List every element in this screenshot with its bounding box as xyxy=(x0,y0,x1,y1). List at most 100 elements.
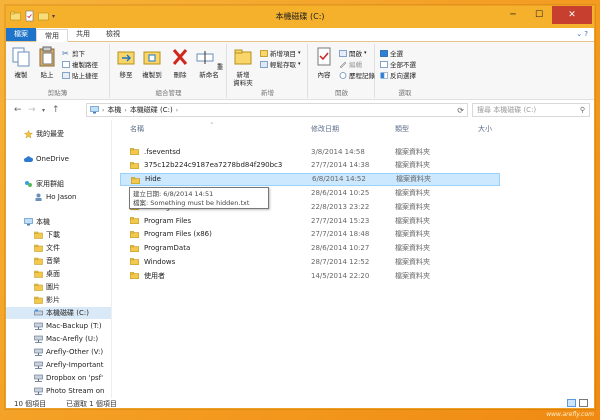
copy-label: 複製 xyxy=(14,71,28,79)
forward-arrow-icon[interactable]: → xyxy=(28,105,36,115)
column-header-type[interactable]: 類型 xyxy=(395,124,409,136)
nav-item[interactable]: 文件 xyxy=(6,242,111,254)
network-drive-icon xyxy=(34,374,43,382)
minimize-button[interactable]: ─ xyxy=(500,6,526,24)
ribbon: 複製 貼上 ✂ 剪下 複製路徑 貼上捷徑 剪貼簿 移至 複製到 刪除 重新命名 … xyxy=(6,42,594,100)
nav-item[interactable]: 下載 xyxy=(6,229,111,241)
nav-item[interactable]: Arefly-Important xyxy=(6,359,111,371)
maximize-button[interactable]: ☐ xyxy=(526,6,552,24)
nav-item[interactable]: Dropbox on 'psf' xyxy=(6,372,111,384)
nav-item-label: Mac-Backup (T:) xyxy=(46,322,102,330)
table-row[interactable]: Hide 6/8/2014 14:52 檔案資料夾 xyxy=(120,172,500,186)
select-all-button[interactable]: 全選 xyxy=(380,48,403,58)
nav-item[interactable]: Mac-Arefly (U:) xyxy=(6,333,111,345)
nav-item-label: OneDrive xyxy=(36,155,69,163)
move-to-icon xyxy=(117,51,135,65)
new-folder-button[interactable]: 新增 資料夾 xyxy=(230,46,256,87)
nav-item[interactable]: 本機磁碟 (C:) xyxy=(6,307,111,319)
nav-item-label: 家用群組 xyxy=(36,180,64,188)
column-header-name[interactable]: 名稱 xyxy=(130,124,144,136)
easy-access-button[interactable]: 輕鬆存取 ▾ xyxy=(260,59,301,69)
paste-button[interactable]: 貼上 xyxy=(34,46,60,79)
delete-label: 刪除 xyxy=(173,71,187,79)
folder-icon xyxy=(130,217,139,224)
properties-icon xyxy=(317,47,331,66)
move-to-button[interactable]: 移至 xyxy=(113,46,139,79)
copy-to-button[interactable]: 複製到 xyxy=(139,46,165,79)
address-box[interactable]: › 本機 › 本機磁碟 (C:) › ⟳ xyxy=(86,103,468,117)
edit-button[interactable]: 編輯 xyxy=(339,59,362,69)
nav-item[interactable]: Photo Stream on xyxy=(6,385,111,397)
nav-item[interactable]: Arefly-Other (V:) xyxy=(6,346,111,358)
invert-selection-button[interactable]: 反向選擇 xyxy=(380,70,416,80)
history-button[interactable]: 歷程記錄 xyxy=(339,70,375,80)
cloud-icon xyxy=(24,156,33,162)
column-header-date[interactable]: 修改日期 xyxy=(311,124,339,136)
nav-item[interactable]: 音樂 xyxy=(6,255,111,267)
nav-item[interactable]: 影片 xyxy=(6,294,111,306)
nav-item[interactable]: Mac-Backup (T:) xyxy=(6,320,111,332)
table-row[interactable]: Windows 28/7/2014 12:52 檔案資料夾 xyxy=(120,255,500,268)
nav-item[interactable]: OneDrive xyxy=(6,153,111,165)
details-view-icon[interactable] xyxy=(567,399,576,407)
nav-item[interactable]: Ho Jason xyxy=(6,191,111,203)
tab-view[interactable]: 檢視 xyxy=(98,28,128,41)
file-date: 14/5/2014 22:20 xyxy=(311,271,370,280)
properties-button[interactable]: 內容 xyxy=(311,46,337,79)
edit-icon xyxy=(339,61,347,68)
table-row[interactable]: Program Files 27/7/2014 15:23 檔案資料夾 xyxy=(120,214,500,227)
tab-share[interactable]: 共用 xyxy=(68,28,98,41)
nav-item[interactable]: 圖片 xyxy=(6,281,111,293)
file-name: Program Files (x86) xyxy=(144,230,212,239)
copy-button[interactable]: 複製 xyxy=(8,46,34,79)
chevron-right-icon: › xyxy=(102,106,105,114)
new-item-button[interactable]: 新增項目 ▾ xyxy=(260,48,301,58)
up-arrow-icon[interactable]: ↑ xyxy=(52,105,60,115)
recent-locations-icon[interactable]: ▾ xyxy=(42,107,45,114)
nav-item-label: Mac-Arefly (U:) xyxy=(46,335,99,343)
nav-item-label: 文件 xyxy=(46,244,60,252)
select-none-label: 全部不選 xyxy=(390,61,416,69)
nav-item[interactable]: 家用群組 xyxy=(6,178,111,190)
folder-icon xyxy=(130,272,139,280)
nav-item[interactable]: 我的最愛 xyxy=(6,128,111,140)
breadcrumb-computer[interactable]: 本機 xyxy=(107,105,121,115)
easy-access-icon xyxy=(260,60,268,68)
nav-item[interactable]: 桌面 xyxy=(6,268,111,280)
cut-button[interactable]: ✂ 剪下 xyxy=(62,48,85,58)
search-input[interactable]: 搜尋 本機磁碟 (C:) ⚲ xyxy=(472,103,590,117)
file-name: Program Files xyxy=(144,216,192,225)
table-row[interactable]: Program Files (x86) 27/7/2014 18:48 檔案資料夾 xyxy=(120,228,500,241)
network-drive-icon xyxy=(34,361,43,369)
table-row[interactable]: 375c12b224c9187ea7278bd84f290bc3 27/7/201… xyxy=(120,159,500,172)
back-arrow-icon[interactable]: ← xyxy=(14,105,22,115)
nav-item[interactable]: 本機 xyxy=(6,216,111,228)
large-icons-view-icon[interactable] xyxy=(579,399,588,407)
rename-button[interactable]: 重新命名 xyxy=(193,46,225,79)
close-button[interactable]: ✕ xyxy=(552,6,592,24)
tab-home[interactable]: 常用 xyxy=(36,29,68,42)
file-type: 檔案資料夾 xyxy=(395,202,430,211)
delete-button[interactable]: 刪除 xyxy=(167,46,193,79)
clipboard-group-label: 剪貼簿 xyxy=(47,89,68,97)
help-icon[interactable]: ⌄ ? xyxy=(576,28,588,41)
invert-selection-icon xyxy=(380,71,388,79)
nav-item-label: 音樂 xyxy=(46,257,60,265)
nav-item-label: 圖片 xyxy=(46,283,60,291)
copy-path-button[interactable]: 複製路徑 xyxy=(62,59,98,69)
column-header-size[interactable]: 大小 xyxy=(478,124,492,136)
paste-shortcut-button[interactable]: 貼上捷徑 xyxy=(62,70,98,80)
chevron-right-icon: › xyxy=(124,106,127,114)
table-row[interactable]: ProgramData 28/6/2014 10:27 檔案資料夾 xyxy=(120,242,500,255)
select-none-button[interactable]: 全部不選 xyxy=(380,59,416,69)
tab-file[interactable]: 檔案 xyxy=(6,28,36,41)
table-row[interactable]: 使用者 14/5/2014 22:20 檔案資料夾 xyxy=(120,269,500,282)
open-button[interactable]: 開啟 ▾ xyxy=(339,48,367,58)
paste-label: 貼上 xyxy=(40,71,54,79)
file-name: 使用者 xyxy=(144,271,165,280)
open-label: 開啟 xyxy=(349,50,362,58)
refresh-icon[interactable]: ⟳ xyxy=(457,106,464,115)
file-type: 檔案資料夾 xyxy=(395,230,430,239)
breadcrumb-drive[interactable]: 本機磁碟 (C:) xyxy=(130,105,173,115)
table-row[interactable]: .fseventsd 3/8/2014 14:58 檔案資料夾 xyxy=(120,145,500,158)
